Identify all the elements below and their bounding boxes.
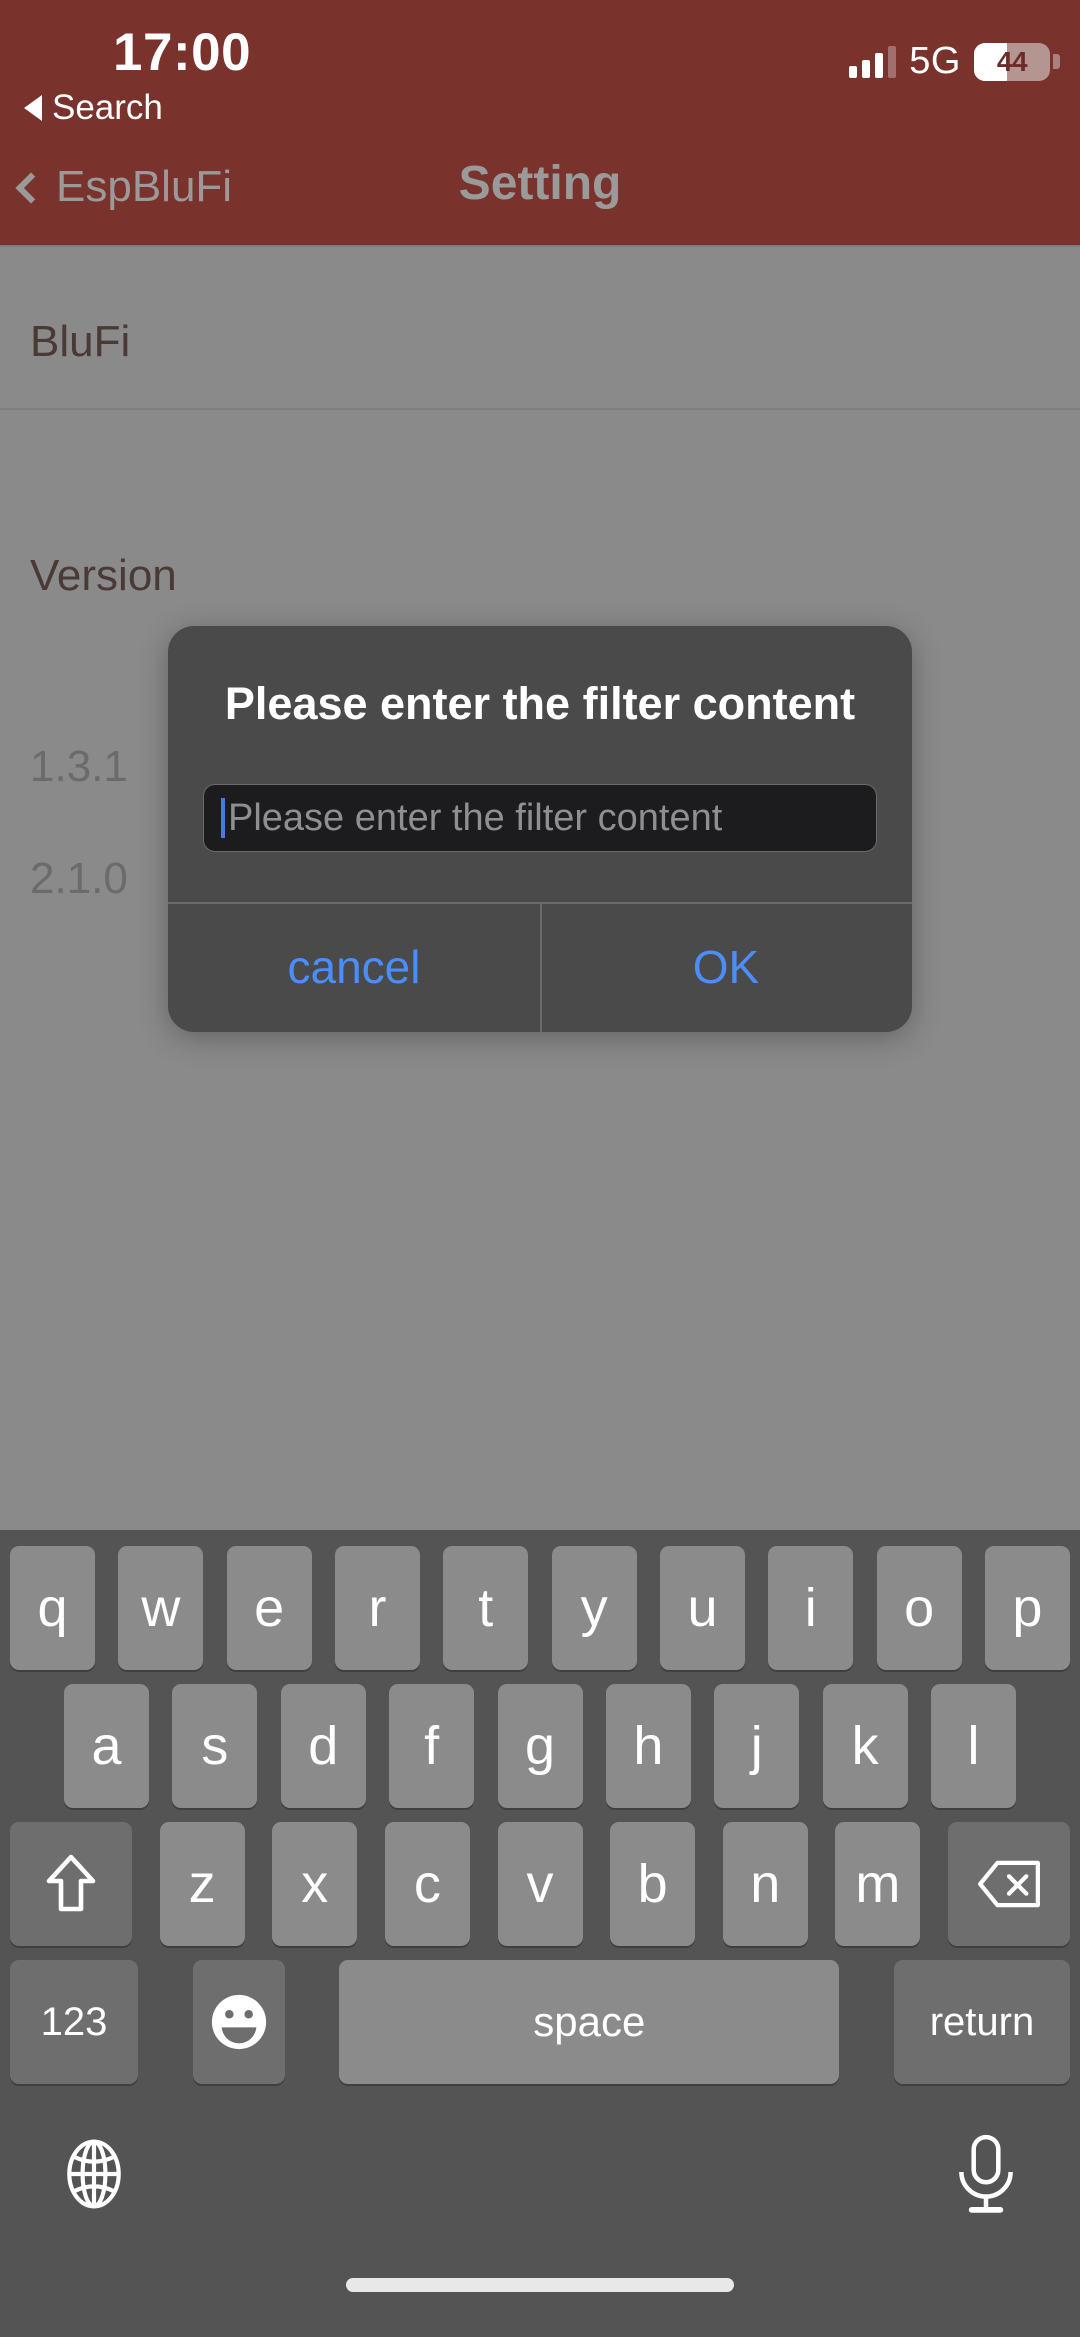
text-caret <box>221 798 225 838</box>
keyboard-row-4: 123 space return <box>0 1960 1080 2084</box>
filter-content-input[interactable]: Please enter the filter content <box>203 784 877 852</box>
status-bar-indicators: 5G 44 <box>849 40 1060 83</box>
microphone-key[interactable] <box>940 2128 1032 2220</box>
key-u[interactable]: u <box>659 1546 745 1670</box>
content-value-version-app: 1.3.1 <box>30 742 128 791</box>
key-a[interactable]: a <box>64 1684 149 1808</box>
key-s[interactable]: s <box>172 1684 258 1808</box>
network-type-label: 5G <box>909 40 961 82</box>
keyboard-row-1: q w e r t y u i o p <box>0 1546 1080 1670</box>
key-c[interactable]: c <box>384 1822 470 1946</box>
key-p[interactable]: p <box>984 1546 1070 1670</box>
globe-key[interactable] <box>48 2128 140 2220</box>
key-m[interactable]: m <box>835 1822 921 1946</box>
emoji-smiley-icon <box>211 1994 266 2050</box>
keyboard-row-2: a s d f g h j k l <box>0 1684 1080 1808</box>
key-f[interactable]: f <box>389 1684 475 1808</box>
content-label-blufi: BluFi <box>30 317 131 366</box>
triangle-left-icon <box>24 95 42 121</box>
shift-arrow-up-icon <box>46 1854 96 1912</box>
backspace-key[interactable] <box>948 1822 1070 1946</box>
space-key[interactable]: space <box>339 1960 840 2084</box>
backspace-delete-icon <box>978 1860 1040 1908</box>
key-q[interactable]: q <box>10 1546 95 1670</box>
top-bar: 17:00 Search 5G 44 EspBluFi Setting <box>0 0 1080 245</box>
return-key[interactable]: return <box>893 1960 1070 2084</box>
key-e[interactable]: e <box>226 1546 312 1670</box>
key-v[interactable]: v <box>497 1822 583 1946</box>
key-t[interactable]: t <box>443 1546 529 1670</box>
key-j[interactable]: j <box>714 1684 800 1808</box>
key-n[interactable]: n <box>722 1822 808 1946</box>
keyboard-bottom-bar <box>0 2110 1080 2250</box>
cellular-signal-icon <box>849 45 897 78</box>
cancel-button[interactable]: cancel <box>168 902 540 1032</box>
key-g[interactable]: g <box>497 1684 583 1808</box>
filter-content-input-placeholder: Please enter the filter content <box>228 796 723 839</box>
back-to-search-label: Search <box>52 88 163 127</box>
back-to-search-button[interactable]: Search <box>24 88 163 128</box>
content-value-version-lib: 2.1.0 <box>30 854 128 903</box>
status-bar: 17:00 Search 5G 44 <box>0 0 1080 150</box>
filter-input-alert-dialog: Please enter the filter content Please e… <box>168 626 912 1032</box>
emoji-key[interactable] <box>192 1960 285 2084</box>
key-o[interactable]: o <box>876 1546 962 1670</box>
key-b[interactable]: b <box>610 1822 696 1946</box>
content-label-version: Version <box>30 551 177 600</box>
content-divider-mid <box>0 408 1080 410</box>
key-y[interactable]: y <box>551 1546 637 1670</box>
on-screen-keyboard: q w e r t y u i o p a s d f g h j k l z … <box>0 1530 1080 2337</box>
keyboard-row-3: z x c v b n m <box>0 1822 1080 1946</box>
key-h[interactable]: h <box>605 1684 691 1808</box>
globe-language-icon <box>67 2139 121 2209</box>
key-d[interactable]: d <box>280 1684 366 1808</box>
key-i[interactable]: i <box>768 1546 854 1670</box>
battery-icon: 44 <box>974 42 1060 81</box>
ok-button[interactable]: OK <box>540 902 912 1032</box>
key-x[interactable]: x <box>272 1822 358 1946</box>
page-title: Setting <box>458 157 622 210</box>
key-w[interactable]: w <box>118 1546 204 1670</box>
navigation-bar: EspBluFi Setting <box>0 150 1080 245</box>
key-k[interactable]: k <box>822 1684 908 1808</box>
key-z[interactable]: z <box>159 1822 245 1946</box>
phone-screen: BluFi Version 1.3.1 2.1.0 17:00 Search 5… <box>0 0 1080 2337</box>
key-l[interactable]: l <box>931 1684 1016 1808</box>
microphone-dictation-icon <box>959 2134 1013 2213</box>
status-bar-clock: 17:00 <box>113 23 252 82</box>
shift-key[interactable] <box>10 1822 132 1946</box>
key-r[interactable]: r <box>334 1546 420 1670</box>
dialog-title: Please enter the filter content <box>224 678 856 729</box>
battery-percent-label: 44 <box>996 45 1028 77</box>
content-divider-top <box>0 245 1080 247</box>
numbers-key[interactable]: 123 <box>10 1960 138 2084</box>
home-indicator <box>346 2278 734 2292</box>
